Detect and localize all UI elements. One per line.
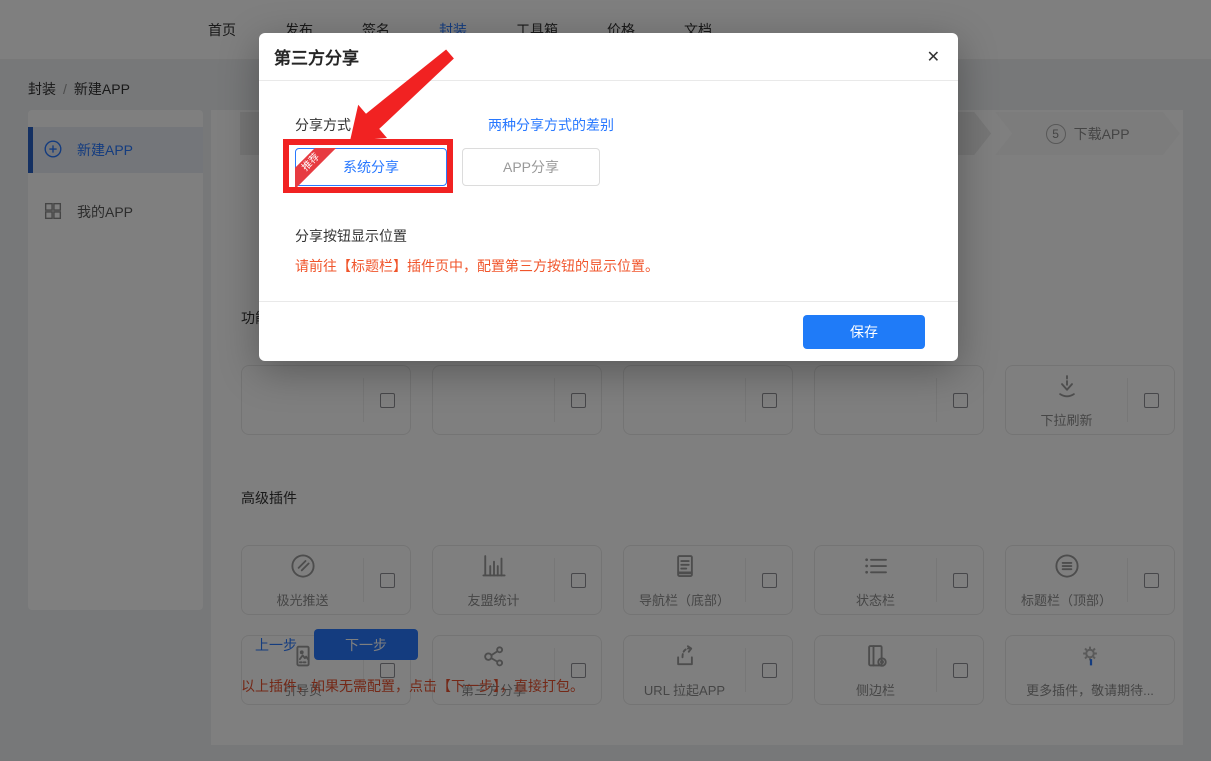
close-icon[interactable]: ✕ bbox=[927, 47, 940, 67]
share-button-position-label: 分享按钮显示位置 bbox=[295, 226, 928, 246]
option-app-share[interactable]: APP分享 bbox=[462, 148, 600, 186]
annotation-arrow-icon bbox=[330, 46, 470, 151]
save-button[interactable]: 保存 bbox=[803, 315, 925, 349]
option-app-share-label: APP分享 bbox=[503, 157, 559, 177]
share-button-position-note: 请前往【标题栏】插件页中，配置第三方按钮的显示位置。 bbox=[295, 256, 928, 276]
share-method-diff-link[interactable]: 两种分享方式的差别 bbox=[488, 115, 614, 135]
dialog-footer: 保存 bbox=[259, 301, 958, 361]
